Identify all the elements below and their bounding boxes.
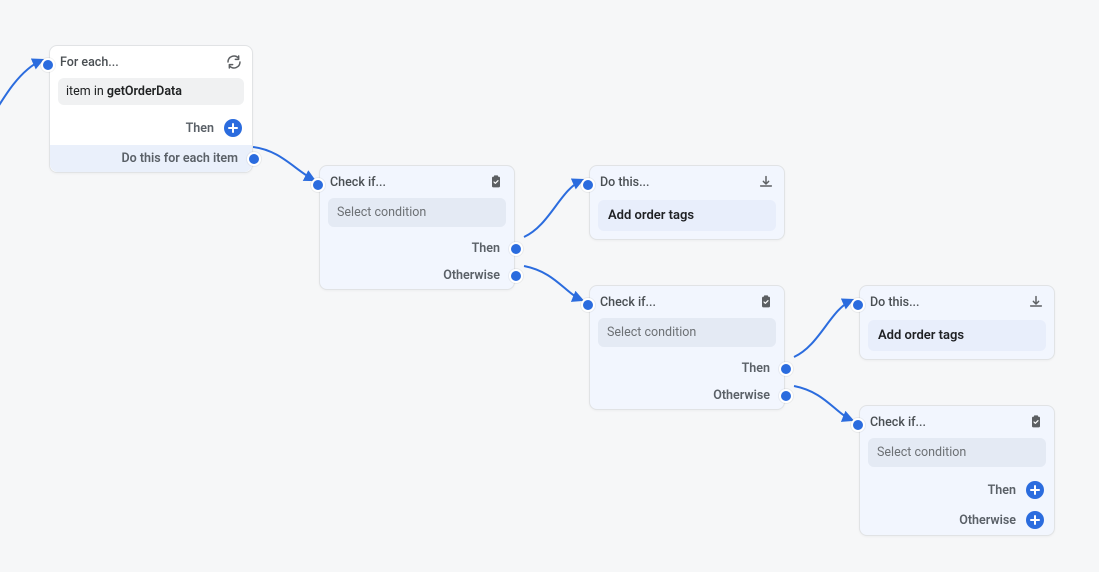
check-if-node-3[interactable]: Check if... Select condition Then Otherw… bbox=[859, 405, 1055, 536]
otherwise-label: Otherwise bbox=[959, 513, 1016, 528]
for-each-node[interactable]: For each... item in getOrderData Then Do… bbox=[49, 45, 253, 173]
otherwise-branch: Otherwise bbox=[590, 382, 784, 409]
node-title: For each... bbox=[60, 55, 226, 70]
loop-branch: Do this for each item bbox=[50, 145, 252, 172]
then-label: Then bbox=[988, 483, 1016, 498]
node-input-port[interactable] bbox=[851, 298, 865, 312]
condition-input[interactable]: Select condition bbox=[868, 438, 1046, 467]
then-output-port[interactable] bbox=[509, 242, 523, 256]
otherwise-label: Otherwise bbox=[443, 268, 500, 283]
check-if-node-1[interactable]: Check if... Select condition Then Otherw… bbox=[319, 165, 515, 290]
otherwise-branch: Otherwise bbox=[320, 262, 514, 289]
condition-placeholder: Select condition bbox=[877, 445, 966, 460]
add-then-button[interactable] bbox=[224, 119, 242, 137]
node-header: Check if... bbox=[590, 286, 784, 318]
download-icon bbox=[758, 174, 774, 190]
otherwise-output-port[interactable] bbox=[509, 269, 523, 283]
action-label: Add order tags bbox=[878, 328, 964, 343]
condition-placeholder: Select condition bbox=[337, 205, 426, 220]
then-branch: Then bbox=[590, 355, 784, 382]
loop-output-port[interactable] bbox=[247, 152, 261, 166]
iterator-prefix: item in bbox=[66, 84, 107, 99]
iterator-chip[interactable]: item in getOrderData bbox=[58, 78, 244, 105]
action-label: Add order tags bbox=[608, 208, 694, 223]
iterator-source: getOrderData bbox=[107, 84, 182, 99]
add-otherwise-button[interactable] bbox=[1026, 511, 1044, 529]
node-header: Do this... bbox=[860, 286, 1054, 318]
then-branch: Then bbox=[320, 235, 514, 262]
then-output-port[interactable] bbox=[779, 362, 793, 376]
node-header: Check if... bbox=[320, 166, 514, 198]
otherwise-branch: Otherwise bbox=[860, 505, 1054, 535]
node-title: Do this... bbox=[870, 295, 1028, 310]
download-icon bbox=[1028, 294, 1044, 310]
action-chip[interactable]: Add order tags bbox=[598, 200, 776, 231]
then-branch: Then bbox=[50, 113, 252, 145]
action-chip[interactable]: Add order tags bbox=[868, 320, 1046, 351]
node-title: Do this... bbox=[600, 175, 758, 190]
node-header: Check if... bbox=[860, 406, 1054, 438]
node-title: Check if... bbox=[330, 175, 488, 190]
condition-input[interactable]: Select condition bbox=[598, 318, 776, 347]
node-input-port[interactable] bbox=[581, 298, 595, 312]
do-this-node-1[interactable]: Do this... Add order tags bbox=[589, 165, 785, 240]
then-branch: Then bbox=[860, 475, 1054, 505]
then-label: Then bbox=[742, 361, 770, 376]
otherwise-output-port[interactable] bbox=[779, 389, 793, 403]
node-title: Check if... bbox=[870, 415, 1028, 430]
node-header: For each... bbox=[50, 46, 252, 78]
add-then-button[interactable] bbox=[1026, 481, 1044, 499]
do-this-node-2[interactable]: Do this... Add order tags bbox=[859, 285, 1055, 360]
node-input-port[interactable] bbox=[41, 58, 55, 72]
node-title: Check if... bbox=[600, 295, 758, 310]
node-input-port[interactable] bbox=[311, 178, 325, 192]
then-label: Then bbox=[186, 121, 214, 136]
clipboard-icon bbox=[488, 174, 504, 190]
node-input-port[interactable] bbox=[851, 418, 865, 432]
refresh-icon bbox=[226, 54, 242, 70]
node-header: Do this... bbox=[590, 166, 784, 198]
condition-placeholder: Select condition bbox=[607, 325, 696, 340]
then-label: Then bbox=[472, 241, 500, 256]
check-if-node-2[interactable]: Check if... Select condition Then Otherw… bbox=[589, 285, 785, 410]
otherwise-label: Otherwise bbox=[713, 388, 770, 403]
loop-label: Do this for each item bbox=[122, 151, 238, 166]
node-input-port[interactable] bbox=[581, 178, 595, 192]
clipboard-icon bbox=[1028, 414, 1044, 430]
condition-input[interactable]: Select condition bbox=[328, 198, 506, 227]
clipboard-icon bbox=[758, 294, 774, 310]
